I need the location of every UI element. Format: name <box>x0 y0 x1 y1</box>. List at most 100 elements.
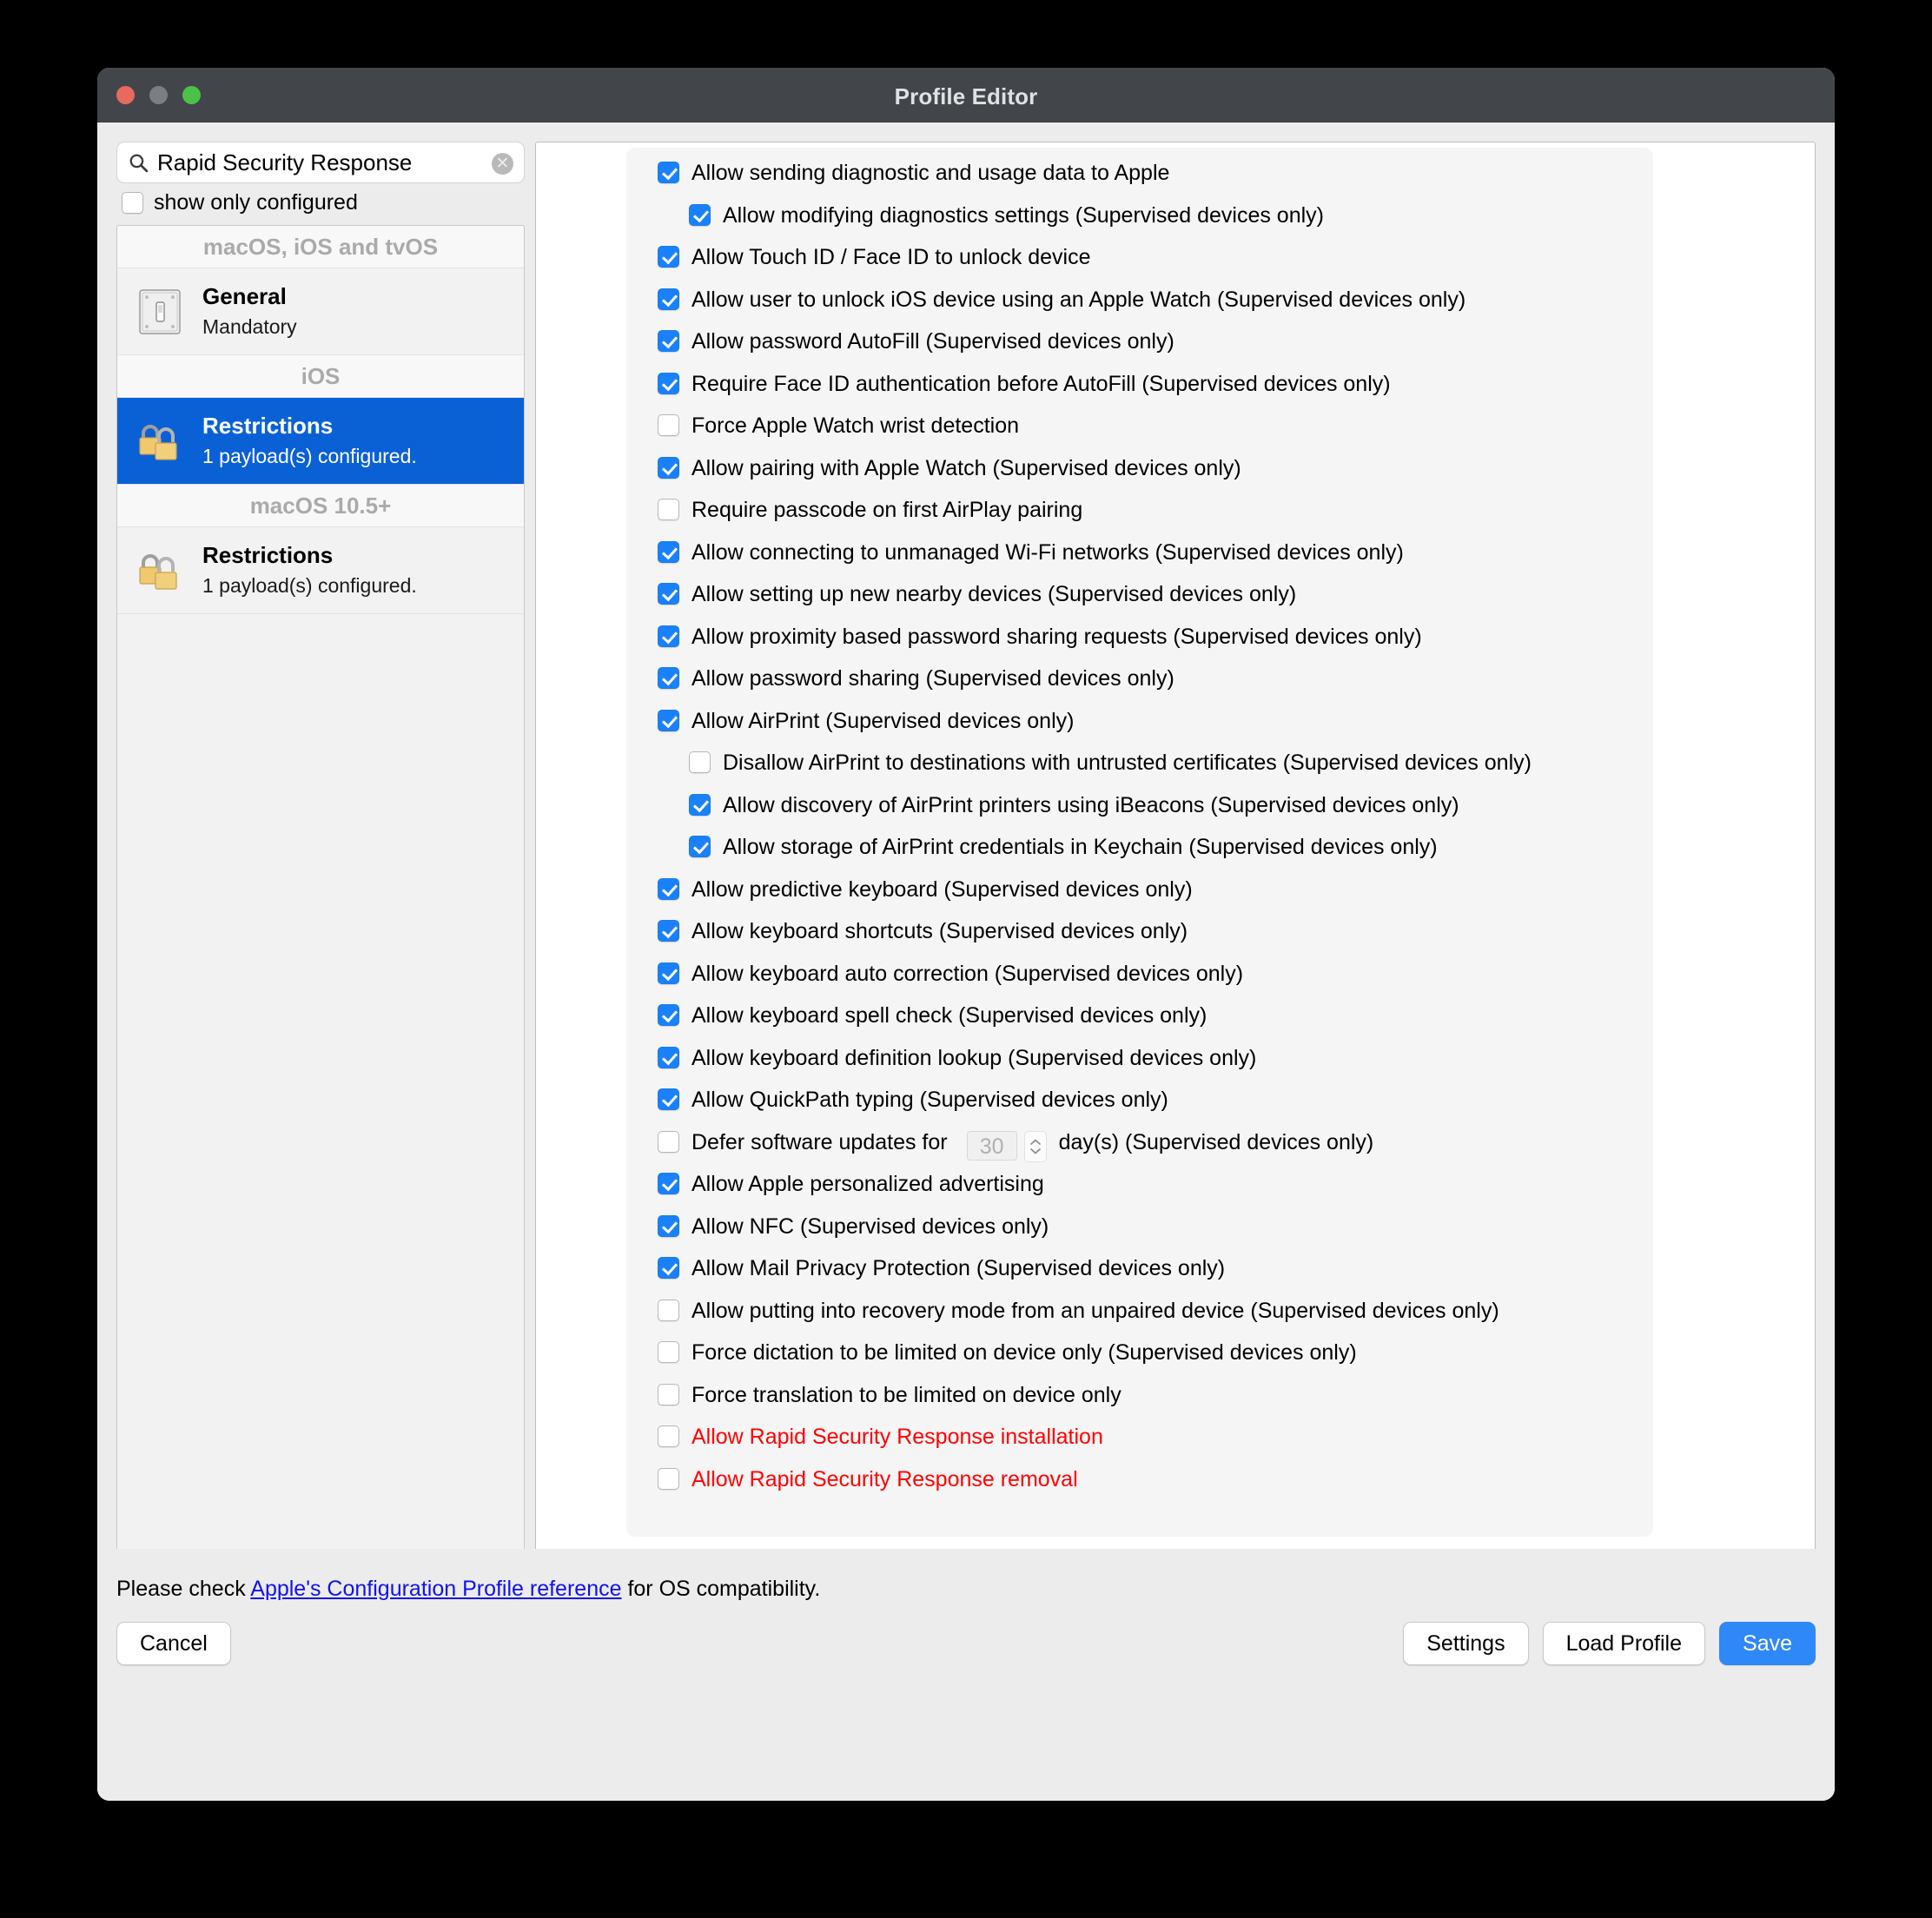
option-checkbox[interactable] <box>658 499 679 520</box>
option-row[interactable]: Allow NFC (Supervised devices only) <box>626 1214 1653 1247</box>
option-checkbox[interactable] <box>658 1173 679 1194</box>
option-row[interactable]: Allow pairing with Apple Watch (Supervis… <box>626 456 1653 488</box>
search-input[interactable] <box>157 149 482 176</box>
defer-days-input[interactable]: 30 <box>966 1130 1017 1161</box>
option-row[interactable]: Allow discovery of AirPrint printers usi… <box>626 793 1653 825</box>
option-checkbox[interactable] <box>658 414 679 436</box>
settings-button[interactable]: Settings <box>1403 1622 1529 1665</box>
option-row[interactable]: Allow password sharing (Supervised devic… <box>626 667 1653 698</box>
option-checkbox[interactable] <box>658 372 679 394</box>
option-row[interactable]: Allow modifying diagnostics settings (Su… <box>626 203 1653 235</box>
option-row[interactable]: Allow keyboard definition lookup (Superv… <box>626 1045 1653 1078</box>
option-checkbox[interactable] <box>658 1425 679 1447</box>
option-row[interactable]: Allow Mail Privacy Protection (Supervise… <box>626 1257 1653 1288</box>
option-label: Allow keyboard auto correction (Supervis… <box>691 961 1244 986</box>
option-label: Allow password AutoFill (Supervised devi… <box>691 329 1174 354</box>
load-profile-button[interactable]: Load Profile <box>1542 1622 1706 1665</box>
defer-software-updates-row[interactable]: Defer software updates for 30 day(s) (Supe… <box>626 1130 1653 1162</box>
note-suffix: for OS compatibility. <box>621 1577 821 1601</box>
option-checkbox[interactable] <box>689 751 711 773</box>
option-checkbox[interactable] <box>658 1088 679 1110</box>
option-checkbox[interactable] <box>658 162 679 183</box>
payload-list-empty-area <box>117 614 524 1578</box>
option-checkbox[interactable] <box>658 330 679 352</box>
sidebar-item-general[interactable]: General Mandatory <box>117 268 524 355</box>
option-row[interactable]: Allow predictive keyboard (Supervised de… <box>626 877 1653 909</box>
defer-updates-checkbox[interactable] <box>658 1130 679 1153</box>
padlocks-icon <box>135 546 185 596</box>
clear-search-icon[interactable]: ✕ <box>492 153 513 175</box>
apple-config-profile-reference-link[interactable]: Apple's Configuration Profile reference <box>250 1577 621 1601</box>
option-row[interactable]: Allow putting into recovery mode from an… <box>626 1299 1653 1331</box>
option-row[interactable]: Allow keyboard auto correction (Supervis… <box>626 962 1653 994</box>
option-row[interactable]: Allow storage of AirPrint credentials in… <box>626 836 1653 867</box>
option-label: Allow Touch ID / Face ID to unlock devic… <box>691 245 1091 269</box>
show-only-configured-checkbox[interactable] <box>122 191 143 214</box>
option-checkbox[interactable] <box>658 540 679 563</box>
option-checkbox[interactable] <box>658 1004 679 1026</box>
option-checkbox[interactable] <box>658 1257 679 1279</box>
option-row[interactable]: Allow connecting to unmanaged Wi-Fi netw… <box>626 540 1653 572</box>
sidebar-item-title: Restrictions <box>202 413 334 440</box>
option-row[interactable]: Allow QuickPath typing (Supervised devic… <box>626 1088 1653 1120</box>
option-row[interactable]: Allow AirPrint (Supervised devices only) <box>626 709 1653 741</box>
sidebar-item-restrictions-macos[interactable]: Restrictions 1 payload(s) configured. <box>117 527 524 614</box>
option-label: Allow keyboard definition lookup (Superv… <box>691 1045 1257 1070</box>
option-label: Allow QuickPath typing (Supervised devic… <box>691 1088 1168 1112</box>
option-checkbox[interactable] <box>658 709 679 731</box>
option-checkbox[interactable] <box>658 1214 679 1237</box>
option-row[interactable]: Allow user to unlock iOS device using an… <box>626 288 1653 320</box>
save-button[interactable]: Save <box>1719 1622 1816 1665</box>
option-row[interactable]: Allow sending diagnostic and usage data … <box>626 162 1653 193</box>
show-only-configured-row[interactable]: show only configured <box>116 183 525 222</box>
option-row[interactable]: Allow Touch ID / Face ID to unlock devic… <box>626 246 1653 277</box>
option-label: Allow setting up new nearby devices (Sup… <box>691 582 1297 606</box>
option-checkbox[interactable] <box>658 1046 679 1068</box>
option-row[interactable]: Allow keyboard shortcuts (Supervised dev… <box>626 920 1653 951</box>
option-checkbox[interactable] <box>689 793 711 816</box>
search-field[interactable]: ✕ <box>116 142 525 183</box>
option-checkbox[interactable] <box>658 667 679 689</box>
option-row[interactable]: Allow Rapid Security Response installati… <box>626 1425 1653 1457</box>
sidebar-item-restrictions-ios[interactable]: Restrictions 1 payload(s) configured. <box>117 398 524 485</box>
option-checkbox[interactable] <box>658 1467 679 1490</box>
option-checkbox[interactable] <box>658 1341 679 1363</box>
payload-settings-area: Allow sending diagnostic and usage data … <box>535 142 1816 1579</box>
option-row[interactable]: Allow password AutoFill (Supervised devi… <box>626 330 1653 361</box>
window-titlebar: Profile Editor <box>97 68 1835 122</box>
option-checkbox[interactable] <box>658 583 679 605</box>
option-checkbox[interactable] <box>658 246 679 268</box>
option-row[interactable]: Allow setting up new nearby devices (Sup… <box>626 583 1653 614</box>
option-checkbox[interactable] <box>658 1299 679 1321</box>
option-label: Disallow AirPrint to destinations with u… <box>723 751 1532 775</box>
profile-editor-window: Profile Editor ✕ show only configured <box>97 68 1835 1801</box>
option-row[interactable]: Require passcode on first AirPlay pairin… <box>626 499 1653 530</box>
window-title: Profile Editor <box>894 83 1038 109</box>
option-row[interactable]: Disallow AirPrint to destinations with u… <box>626 751 1653 783</box>
note-prefix: Please check <box>116 1577 251 1601</box>
option-checkbox[interactable] <box>658 625 679 647</box>
cancel-button[interactable]: Cancel <box>116 1622 231 1665</box>
option-row[interactable]: Require Face ID authentication before Au… <box>626 372 1653 404</box>
option-label: Allow Mail Privacy Protection (Supervise… <box>691 1256 1226 1280</box>
option-checkbox[interactable] <box>658 877 679 900</box>
option-label: Allow proximity based password sharing r… <box>691 624 1422 649</box>
option-label: Allow Rapid Security Response removal <box>691 1466 1078 1491</box>
option-row[interactable]: Allow Apple personalized advertising <box>626 1173 1653 1204</box>
option-checkbox[interactable] <box>658 962 679 984</box>
defer-days-stepper[interactable] <box>1023 1130 1047 1162</box>
option-checkbox[interactable] <box>658 288 679 310</box>
option-row[interactable]: Force translation to be limited on devic… <box>626 1383 1653 1415</box>
option-checkbox[interactable] <box>689 836 711 857</box>
option-checkbox[interactable] <box>658 1383 679 1405</box>
sidebar-item-subtitle: 1 payload(s) configured. <box>202 574 417 598</box>
payload-list[interactable]: macOS, iOS and tvOS General Mandatory iO… <box>116 225 525 1579</box>
option-row[interactable]: Force dictation to be limited on device … <box>626 1341 1653 1372</box>
option-row[interactable]: Allow keyboard spell check (Supervised d… <box>626 1004 1653 1035</box>
option-checkbox[interactable] <box>689 203 711 226</box>
option-row[interactable]: Force Apple Watch wrist detection <box>626 414 1653 446</box>
option-row[interactable]: Allow Rapid Security Response removal <box>626 1466 1653 1499</box>
option-row[interactable]: Allow proximity based password sharing r… <box>626 625 1653 657</box>
option-checkbox[interactable] <box>658 920 679 942</box>
option-checkbox[interactable] <box>658 456 679 479</box>
